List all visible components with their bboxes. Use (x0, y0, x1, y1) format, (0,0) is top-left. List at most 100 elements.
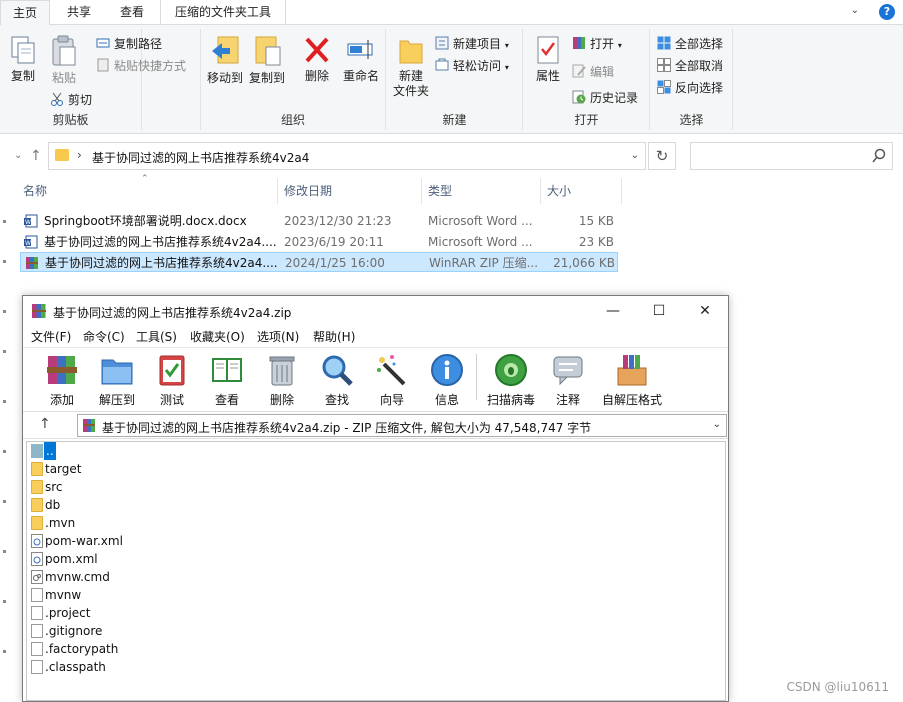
tool-test[interactable]: 测试 (145, 352, 199, 408)
tab-home[interactable]: 主页 (0, 0, 50, 26)
paste-shortcut-icon (97, 58, 109, 72)
file-row[interactable]: W Springboot环境部署说明.docx.docx 2023/12/30 … (20, 211, 618, 231)
file-type: Microsoft Word ... (428, 214, 533, 228)
paste-label: 粘贴 (51, 71, 76, 85)
tab-share[interactable]: 共享 (52, 0, 106, 25)
select-none-button[interactable]: 全部取消 (657, 57, 723, 75)
parent-folder-icon (31, 444, 43, 458)
move-to-button[interactable]: 移动到 (205, 35, 245, 86)
copy-to-icon (255, 36, 281, 66)
invert-selection-button[interactable]: 反向选择 (657, 79, 723, 97)
open-button[interactable]: 打开 ▾ (572, 35, 622, 53)
up-folder-icon[interactable]: ↑ (39, 416, 51, 432)
folder-icon (31, 498, 43, 512)
history-button[interactable]: 历史记录 (572, 89, 638, 107)
close-button[interactable]: ✕ (682, 300, 728, 322)
column-size[interactable]: 大小 (541, 178, 622, 204)
select-all-button[interactable]: 全部选择 (657, 35, 723, 53)
tool-test-label: 测试 (159, 393, 184, 407)
menu-file[interactable]: 文件(F) (31, 328, 71, 345)
word-doc-icon: W (24, 235, 38, 249)
archive-path-dropdown[interactable]: 基于协同过滤的网上书店推荐系统4v2a4.zip - ZIP 压缩文件, 解包大… (77, 414, 727, 437)
tool-scan-virus[interactable]: 扫描病毒 (483, 352, 539, 408)
winrar-title: 基于协同过滤的网上书店推荐系统4v2a4.zip (53, 306, 292, 320)
tool-wizard[interactable]: 向导 (365, 352, 419, 408)
cut-button[interactable]: 剪切 (50, 91, 92, 109)
copy-label: 复制 (10, 69, 35, 83)
edit-label: 编辑 (590, 65, 615, 79)
maximize-button[interactable]: ☐ (636, 300, 682, 322)
folder-icon (31, 480, 43, 494)
file-row-selected[interactable]: 基于协同过滤的网上书店推荐系统4v2a4.... 2024/1/25 16:00… (20, 252, 618, 272)
tool-delete-label: 删除 (269, 393, 294, 407)
list-item-label: .project (45, 606, 91, 620)
file-row[interactable]: W 基于协同过滤的网上书店推荐系统4v2a4.... 2023/6/19 20:… (20, 232, 618, 252)
navigation-pane-strip (0, 180, 8, 700)
move-to-icon (212, 36, 239, 64)
menu-help[interactable]: 帮助(H) (313, 328, 355, 345)
tool-find[interactable]: 查找 (310, 352, 364, 408)
paste-shortcut-button[interactable]: 粘贴快捷方式 (96, 57, 186, 75)
address-row: ⌄ ↑ › 基于协同过滤的网上书店推荐系统4v2a4 ⌄ ↻ (0, 134, 903, 178)
copy-path-label: 复制路径 (114, 37, 163, 51)
copy-path-button[interactable]: 复制路径 (96, 35, 162, 53)
edit-button[interactable]: 编辑 (572, 63, 614, 81)
menu-favorites[interactable]: 收藏夹(O) (190, 328, 245, 345)
tool-add[interactable]: 添加 (35, 352, 89, 408)
history-icon (572, 90, 586, 104)
column-modified[interactable]: 修改日期 (278, 178, 422, 204)
refresh-button[interactable]: ↻ (648, 142, 676, 170)
copy-button[interactable]: 复制 (6, 35, 40, 84)
winrar-title-bar[interactable]: 基于协同过滤的网上书店推荐系统4v2a4.zip — ☐ ✕ (23, 296, 728, 326)
copy-path-icon (96, 38, 110, 48)
search-input[interactable] (690, 142, 893, 170)
magnifier-icon (322, 355, 353, 386)
scissors-icon (51, 92, 63, 106)
tool-extract-to[interactable]: 解压到 (90, 352, 144, 408)
tool-add-label: 添加 (49, 393, 74, 407)
collapse-ribbon-icon[interactable]: ⌄ (851, 5, 859, 16)
refresh-icon: ↻ (655, 147, 669, 165)
comment-icon (553, 356, 583, 386)
new-item-dropdown-icon: ▾ (504, 41, 509, 50)
paste-icon (52, 35, 76, 66)
file-size: 15 KB (578, 214, 614, 228)
tool-comment[interactable]: 注释 (541, 352, 595, 408)
chevron-down-icon[interactable]: ⌄ (713, 419, 721, 430)
new-folder-button[interactable]: 新建 文件夹 (391, 35, 431, 99)
tool-delete[interactable]: 删除 (255, 352, 309, 408)
watermark: CSDN @liu10611 (786, 680, 889, 694)
cmd-file-icon (31, 570, 43, 584)
menu-commands[interactable]: 命令(C) (83, 328, 125, 345)
tool-sfx[interactable]: 自解压格式 (597, 352, 667, 408)
easy-access-button[interactable]: 轻松访问 ▾ (435, 57, 509, 75)
xml-file-icon (31, 552, 43, 566)
tool-view[interactable]: 查看 (200, 352, 254, 408)
tab-compressed-folder-tools[interactable]: 压缩的文件夹工具 (160, 0, 286, 25)
help-icon[interactable]: ? (879, 4, 895, 20)
file-modified: 2024/1/25 16:00 (285, 256, 385, 270)
properties-button[interactable]: 属性 (530, 35, 566, 84)
select-all-icon (657, 36, 671, 50)
menu-tools[interactable]: 工具(S) (136, 328, 177, 345)
rename-button[interactable]: 重命名 (339, 35, 383, 84)
up-arrow-icon[interactable]: ↑ (30, 148, 42, 164)
paste-button[interactable]: 粘贴 (46, 35, 82, 86)
tab-view[interactable]: 查看 (108, 0, 156, 25)
delete-button[interactable]: 删除 (299, 35, 335, 84)
new-item-button[interactable]: 新建项目 ▾ (435, 35, 509, 53)
tool-info[interactable]: 信息 (420, 352, 474, 408)
minimize-button[interactable]: — (590, 300, 636, 322)
svg-text:W: W (25, 219, 31, 226)
address-bar[interactable]: › 基于协同过滤的网上书店推荐系统4v2a4 ⌄ (48, 142, 646, 170)
virus-scan-icon (495, 354, 527, 386)
column-name[interactable]: 名称 (17, 178, 278, 204)
address-dropdown-icon[interactable]: ⌄ (631, 150, 639, 161)
winrar-logo-icon (32, 304, 46, 318)
recent-locations-icon[interactable]: ⌄ (14, 150, 22, 161)
add-archive-icon (47, 356, 77, 384)
menu-options[interactable]: 选项(N) (257, 328, 299, 345)
copy-to-button[interactable]: 复制到 (247, 35, 287, 86)
column-type[interactable]: 类型 (422, 178, 541, 204)
breadcrumb-current-folder[interactable]: 基于协同过滤的网上书店推荐系统4v2a4 (92, 149, 309, 166)
